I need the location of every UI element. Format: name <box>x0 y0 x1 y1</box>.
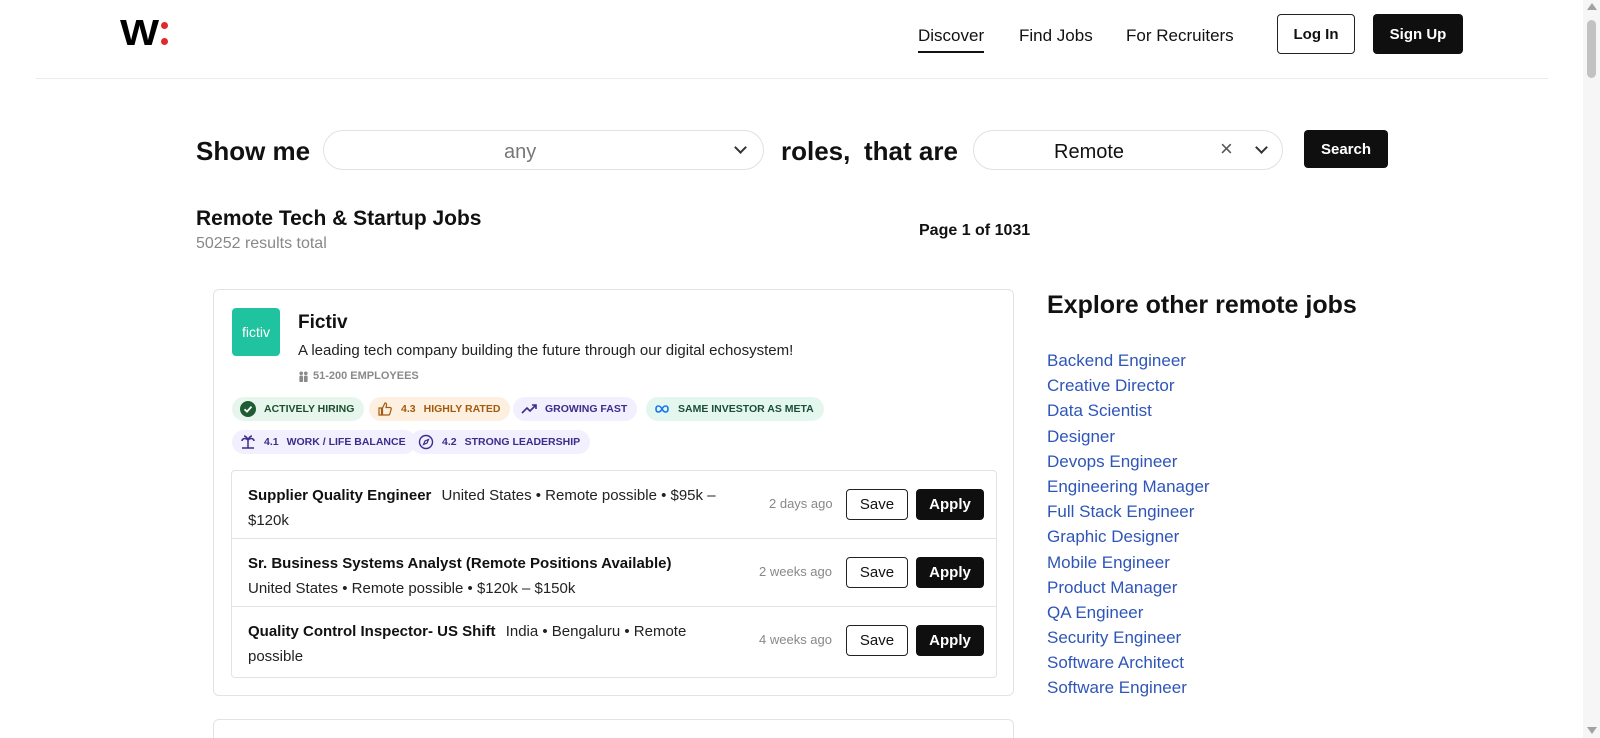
location-select-value: Remote <box>1054 141 1125 163</box>
badge-rating: 4.3 <box>401 403 416 415</box>
sidebar-link-software-engineer[interactable]: Software Engineer <box>1047 675 1210 700</box>
apply-button[interactable]: Apply <box>916 489 984 520</box>
sidebar-link-graphic-designer[interactable]: Graphic Designer <box>1047 524 1210 549</box>
job-title[interactable]: Sr. Business Systems Analyst (Remote Pos… <box>248 555 671 572</box>
save-button[interactable]: Save <box>846 625 908 656</box>
job-list: Supplier Quality Engineer United States … <box>231 470 997 678</box>
scroll-thumb[interactable] <box>1587 20 1596 78</box>
sidebar-link-qa-engineer[interactable]: QA Engineer <box>1047 600 1210 625</box>
search-button[interactable]: Search <box>1304 130 1388 168</box>
sidebar-link-software-architect[interactable]: Software Architect <box>1047 650 1210 675</box>
clear-icon[interactable]: × <box>1220 137 1233 161</box>
job-row[interactable]: Sr. Business Systems Analyst (Remote Pos… <box>232 539 996 607</box>
badge-label: GROWING FAST <box>545 403 628 415</box>
job-details: United States • Remote possible • $120k … <box>248 580 576 597</box>
badge-strong-leadership: 4.2 STRONG LEADERSHIP <box>410 430 591 454</box>
badge-growing-fast: GROWING FAST <box>513 397 638 421</box>
logo[interactable]: W <box>120 12 168 53</box>
roles-text: roles, <box>781 136 851 166</box>
job-row[interactable]: Quality Control Inspector- US Shift Indi… <box>232 607 996 675</box>
sidebar-link-full-stack-engineer[interactable]: Full Stack Engineer <box>1047 499 1210 524</box>
check-circle-icon <box>240 401 256 417</box>
job-title[interactable]: Supplier Quality Engineer <box>248 487 431 504</box>
meta-infinity-icon <box>654 404 670 414</box>
chevron-down-icon <box>734 141 747 154</box>
apply-button[interactable]: Apply <box>916 557 984 588</box>
compass-icon <box>418 434 434 450</box>
trending-up-icon <box>521 403 537 415</box>
company-name[interactable]: Fictiv <box>298 312 348 334</box>
company-card <box>213 719 1014 738</box>
job-age: 2 days ago <box>769 496 833 511</box>
page-title: Remote Tech & Startup Jobs <box>196 207 482 230</box>
search-prefix-text: Show me <box>196 136 311 166</box>
people-icon <box>299 370 308 382</box>
sidebar-link-designer[interactable]: Designer <box>1047 424 1210 449</box>
job-age: 2 weeks ago <box>759 564 832 579</box>
sidebar-link-mobile-engineer[interactable]: Mobile Engineer <box>1047 550 1210 575</box>
sidebar-title: Explore other remote jobs <box>1047 291 1357 319</box>
sidebar-link-data-scientist[interactable]: Data Scientist <box>1047 398 1210 423</box>
site-header: W Discover Find Jobs For Recruiters Log … <box>36 0 1548 79</box>
role-select[interactable]: any <box>323 130 764 170</box>
save-button[interactable]: Save <box>846 557 908 588</box>
save-button[interactable]: Save <box>846 489 908 520</box>
badge-label: ACTIVELY HIRING <box>264 403 355 415</box>
badge-label: SAME INVESTOR AS META <box>678 403 814 415</box>
badge-actively-hiring: ACTIVELY HIRING <box>232 397 365 421</box>
badge-highly-rated: 4.3 HIGHLY RATED <box>369 397 511 421</box>
sidebar-link-engineering-manager[interactable]: Engineering Manager <box>1047 474 1210 499</box>
badge-work-life-balance: 4.1 WORK / LIFE BALANCE <box>232 430 416 454</box>
page-indicator: Page 1 of 1031 <box>919 222 1031 239</box>
location-select[interactable]: Remote × <box>973 130 1283 170</box>
badge-label: WORK / LIFE BALANCE <box>286 436 406 448</box>
page-scrollbar[interactable] <box>1583 0 1600 738</box>
job-title[interactable]: Quality Control Inspector- US Shift <box>248 623 496 640</box>
thumbs-up-icon <box>377 401 393 417</box>
logo-colon-icon <box>160 21 168 45</box>
job-row[interactable]: Supplier Quality Engineer United States … <box>232 471 996 539</box>
explore-links: Backend Engineer Creative Director Data … <box>1047 348 1210 701</box>
company-size: 51-200 EMPLOYEES <box>298 370 419 382</box>
apply-button[interactable]: Apply <box>916 625 984 656</box>
nav-find-jobs[interactable]: Find Jobs <box>1019 26 1093 46</box>
job-text: Sr. Business Systems Analyst (Remote Pos… <box>248 551 718 601</box>
company-size-text: 51-200 EMPLOYEES <box>313 370 419 382</box>
sidebar-link-creative-director[interactable]: Creative Director <box>1047 373 1210 398</box>
badge-rating: 4.1 <box>264 436 279 448</box>
badge-label: STRONG LEADERSHIP <box>464 436 581 448</box>
results-count: 50252 results total <box>196 235 327 252</box>
sidebar-link-backend-engineer[interactable]: Backend Engineer <box>1047 348 1210 373</box>
job-age: 4 weeks ago <box>759 632 832 647</box>
company-logo[interactable]: fictiv <box>232 308 280 356</box>
sidebar-link-devops-engineer[interactable]: Devops Engineer <box>1047 449 1210 474</box>
sidebar-link-product-manager[interactable]: Product Manager <box>1047 575 1210 600</box>
company-card: fictiv Fictiv A leading tech company bui… <box>213 289 1014 696</box>
job-text: Supplier Quality Engineer United States … <box>248 483 718 533</box>
job-text: Quality Control Inspector- US Shift Indi… <box>248 619 718 669</box>
login-button[interactable]: Log In <box>1277 14 1355 54</box>
signup-button[interactable]: Sign Up <box>1373 14 1463 54</box>
chevron-down-icon[interactable] <box>1255 141 1268 154</box>
palm-tree-icon <box>240 434 256 450</box>
badge-rating: 4.2 <box>442 436 457 448</box>
sidebar-link-security-engineer[interactable]: Security Engineer <box>1047 625 1210 650</box>
badge-label: HIGHLY RATED <box>423 403 501 415</box>
that-are-text: that are <box>864 136 958 166</box>
company-description: A leading tech company building the futu… <box>298 342 794 359</box>
scroll-up-icon[interactable] <box>1587 3 1597 10</box>
search-bar: Show me any roles, that are Remote × Sea… <box>196 128 1396 172</box>
logo-letter: W <box>120 12 159 53</box>
scroll-down-icon[interactable] <box>1587 727 1597 734</box>
role-select-value: any <box>504 141 537 163</box>
nav-for-recruiters[interactable]: For Recruiters <box>1126 26 1234 46</box>
nav-discover[interactable]: Discover <box>918 26 985 53</box>
badge-same-investor: SAME INVESTOR AS META <box>646 397 824 421</box>
